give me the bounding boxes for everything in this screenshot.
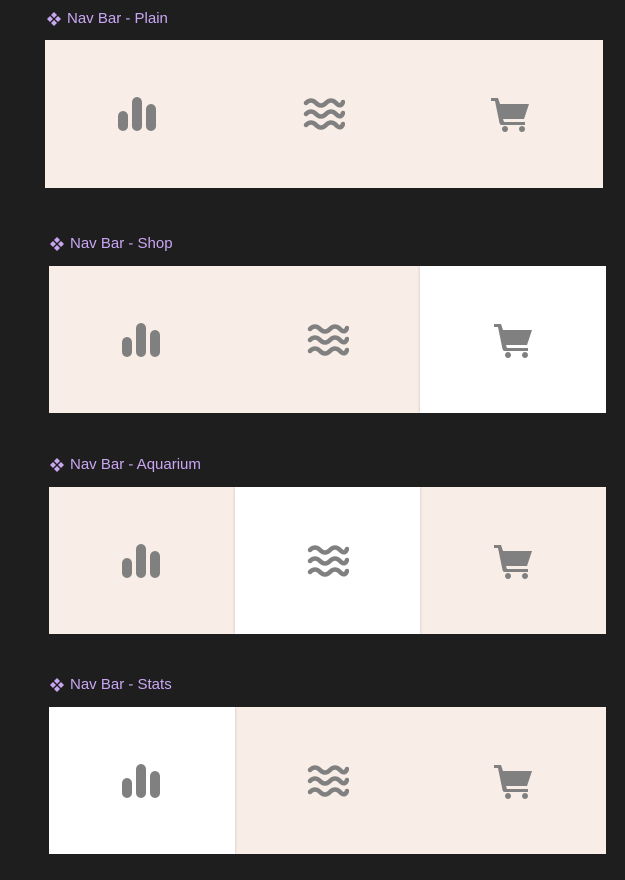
bar-chart-icon (121, 322, 162, 357)
nav-item-aquarium[interactable] (231, 40, 417, 188)
nav-item-stats[interactable] (49, 487, 235, 634)
frame-label-text: Nav Bar - Plain (67, 10, 168, 27)
shopping-cart-icon (490, 96, 530, 132)
frame-label-aquarium: Nav Bar - Aquarium (49, 456, 201, 474)
nav-item-stats[interactable] (49, 266, 235, 413)
frame-label-text: Nav Bar - Stats (70, 676, 172, 693)
nav-item-aquarium[interactable] (235, 707, 421, 854)
nav-item-aquarium[interactable] (234, 487, 421, 634)
component-icon (50, 237, 64, 251)
nav-item-shop[interactable] (420, 266, 606, 413)
component-icon (50, 678, 64, 692)
waves-icon (307, 764, 349, 798)
nav-item-stats[interactable] (45, 40, 231, 188)
nav-item-shop[interactable] (417, 40, 603, 188)
waves-icon (303, 97, 345, 131)
nav-item-shop[interactable] (420, 707, 606, 854)
frame-label-stats: Nav Bar - Stats (49, 676, 172, 694)
bar-chart-icon (121, 763, 162, 798)
bar-chart-icon (118, 97, 158, 131)
nav-bar-aquarium (49, 487, 606, 634)
waves-icon (307, 323, 349, 357)
frame-label-text: Nav Bar - Shop (70, 235, 173, 252)
frame-label-text: Nav Bar - Aquarium (70, 456, 201, 473)
nav-bar-plain (45, 40, 603, 188)
nav-item-aquarium[interactable] (235, 266, 421, 413)
frame-label-shop: Nav Bar - Shop (49, 235, 173, 253)
bar-chart-icon (121, 543, 162, 578)
component-icon (47, 12, 61, 26)
shopping-cart-icon (493, 543, 533, 579)
nav-bar-stats (49, 707, 606, 854)
component-icon (50, 458, 64, 472)
waves-icon (307, 544, 349, 578)
nav-item-stats[interactable] (49, 707, 235, 854)
nav-item-shop[interactable] (420, 487, 606, 634)
shopping-cart-icon (493, 763, 533, 799)
shopping-cart-icon (493, 322, 533, 358)
frame-label-plain: Nav Bar - Plain (46, 10, 168, 28)
nav-bar-shop (49, 266, 606, 413)
